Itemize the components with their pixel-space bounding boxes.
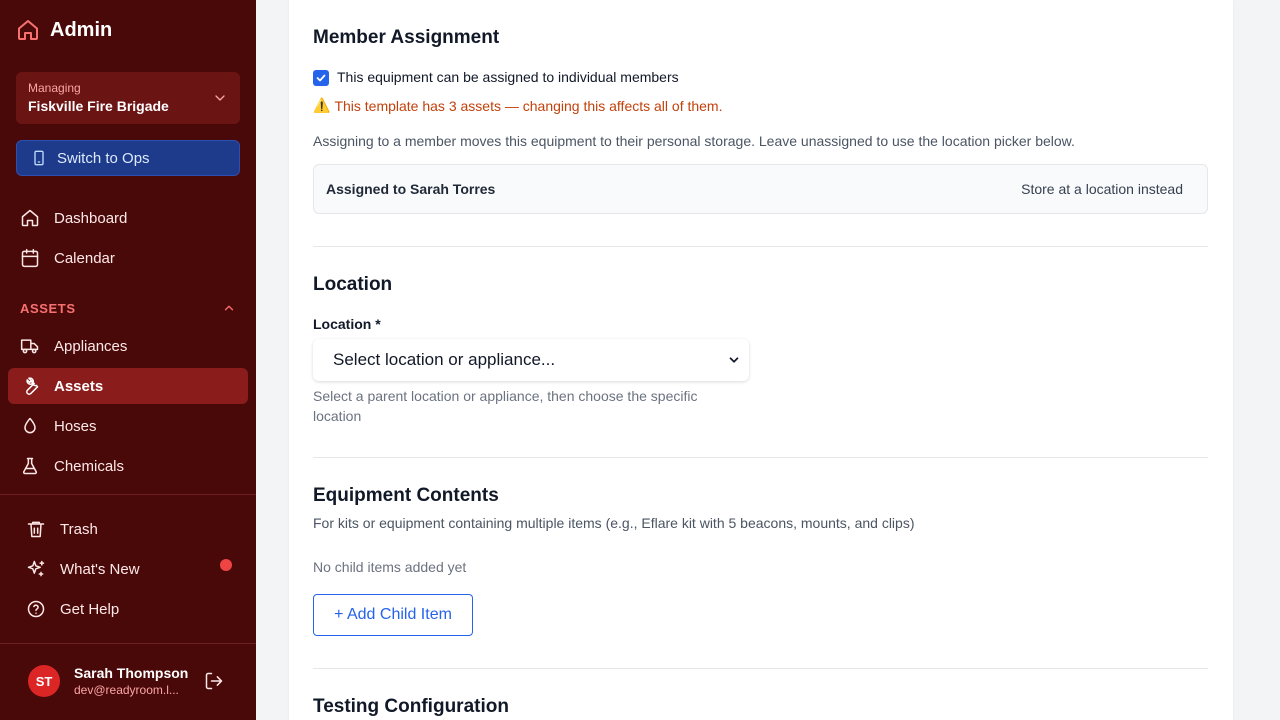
sidebar: Admin Managing Fiskville Fire Brigade Sw… <box>0 0 256 720</box>
nav-item-label: Trash <box>60 520 98 538</box>
empty-child-items: No child items added yet <box>313 559 467 575</box>
switch-to-ops-button[interactable]: Switch to Ops <box>16 140 240 176</box>
nav-item-hoses[interactable]: Hoses <box>8 408 248 444</box>
nav-item-get-help[interactable]: Get Help <box>16 593 240 625</box>
nav-item-chemicals[interactable]: Chemicals <box>8 448 248 484</box>
equipment-form: Member Assignment This equipment can be … <box>289 0 1233 720</box>
assigned-member: Assigned to Sarah Torres <box>326 181 496 197</box>
nav-item-dashboard[interactable]: Dashboard <box>8 200 248 236</box>
assignable-checkbox-label[interactable]: This equipment can be assigned to indivi… <box>337 69 679 85</box>
sidebar-divider <box>0 494 256 495</box>
brand[interactable]: Admin <box>16 18 112 42</box>
section-title-equipment-contents: Equipment Contents <box>313 485 499 506</box>
truck-icon <box>20 336 40 356</box>
store-at-location-link[interactable]: Store at a location instead <box>1021 181 1183 197</box>
nav-item-calendar[interactable]: Calendar <box>8 240 248 276</box>
assignable-checkbox[interactable] <box>313 70 329 86</box>
nav-item-appliances[interactable]: Appliances <box>8 328 248 364</box>
chevron-down-icon <box>212 90 228 106</box>
section-title-location: Location <box>313 274 393 295</box>
smartphone-icon <box>31 150 47 166</box>
sparkles-icon <box>26 559 46 579</box>
logout-icon[interactable] <box>204 671 224 691</box>
chevron-down-icon <box>727 353 741 367</box>
notification-dot <box>220 559 232 571</box>
user-name: Sarah Thompson <box>74 665 189 681</box>
nav-item-whats-new[interactable]: What's New <box>16 553 240 585</box>
org-switcher[interactable]: Managing Fiskville Fire Brigade <box>16 72 240 124</box>
section-title-testing-configuration: Testing Configuration <box>313 696 509 717</box>
section-title-member-assignment: Member Assignment <box>313 27 500 48</box>
warning-icon: ⚠️ <box>313 97 331 113</box>
section-divider <box>313 668 1208 669</box>
add-child-item-button[interactable]: + Add Child Item <box>313 594 473 636</box>
equipment-contents-subtitle: For kits or equipment containing multipl… <box>313 515 915 531</box>
brand-title: Admin <box>50 18 113 41</box>
trash-icon <box>26 519 46 539</box>
home-icon <box>20 208 40 228</box>
avatar: ST <box>28 665 60 697</box>
warning-text: This template has 3 assets — changing th… <box>334 97 723 114</box>
wrench-icon <box>20 376 40 396</box>
nav-item-label: Assets <box>54 377 104 395</box>
location-field-label: Location * <box>313 316 381 332</box>
section-divider <box>313 246 1208 247</box>
nav-item-label: Calendar <box>54 249 115 267</box>
user-profile[interactable]: ST Sarah Thompson dev@readyroom.l... <box>28 664 188 698</box>
chevron-up-icon <box>222 301 236 315</box>
nav-item-label: Chemicals <box>54 457 125 475</box>
nav-item-label: What's New <box>60 560 140 578</box>
location-hint: Select a parent location or appliance, t… <box>313 388 698 424</box>
flask-icon <box>20 456 40 476</box>
calendar-icon <box>20 248 40 268</box>
switch-to-ops-label: Switch to Ops <box>57 149 150 167</box>
user-email: dev@readyroom.l... <box>74 683 179 697</box>
section-header-assets[interactable]: ASSETS <box>20 300 236 316</box>
org-name: Fiskville Fire Brigade <box>28 98 169 114</box>
assignment-help-text: Assigning to a member moves this equipme… <box>313 133 1075 149</box>
assignment-panel: Assigned to Sarah Torres Store at a loca… <box>313 164 1208 214</box>
template-warning: ⚠️ This template has 3 assets — changing… <box>313 97 723 114</box>
nav-item-assets[interactable]: Assets <box>8 368 248 404</box>
help-circle-icon <box>26 599 46 619</box>
nav-item-label: Appliances <box>54 337 128 355</box>
home-icon <box>16 18 40 42</box>
section-divider <box>313 457 1208 458</box>
org-label: Managing <box>28 81 81 95</box>
location-select-value: Select location or appliance... <box>333 350 556 369</box>
droplet-icon <box>20 416 40 436</box>
sidebar-divider <box>0 643 256 644</box>
location-select[interactable]: Select location or appliance... <box>313 339 749 381</box>
nav-item-label: Get Help <box>60 600 120 618</box>
nav-item-label: Dashboard <box>54 209 128 227</box>
nav-item-label: Hoses <box>54 417 97 435</box>
nav-item-trash[interactable]: Trash <box>16 513 240 545</box>
section-title: ASSETS <box>20 300 76 316</box>
